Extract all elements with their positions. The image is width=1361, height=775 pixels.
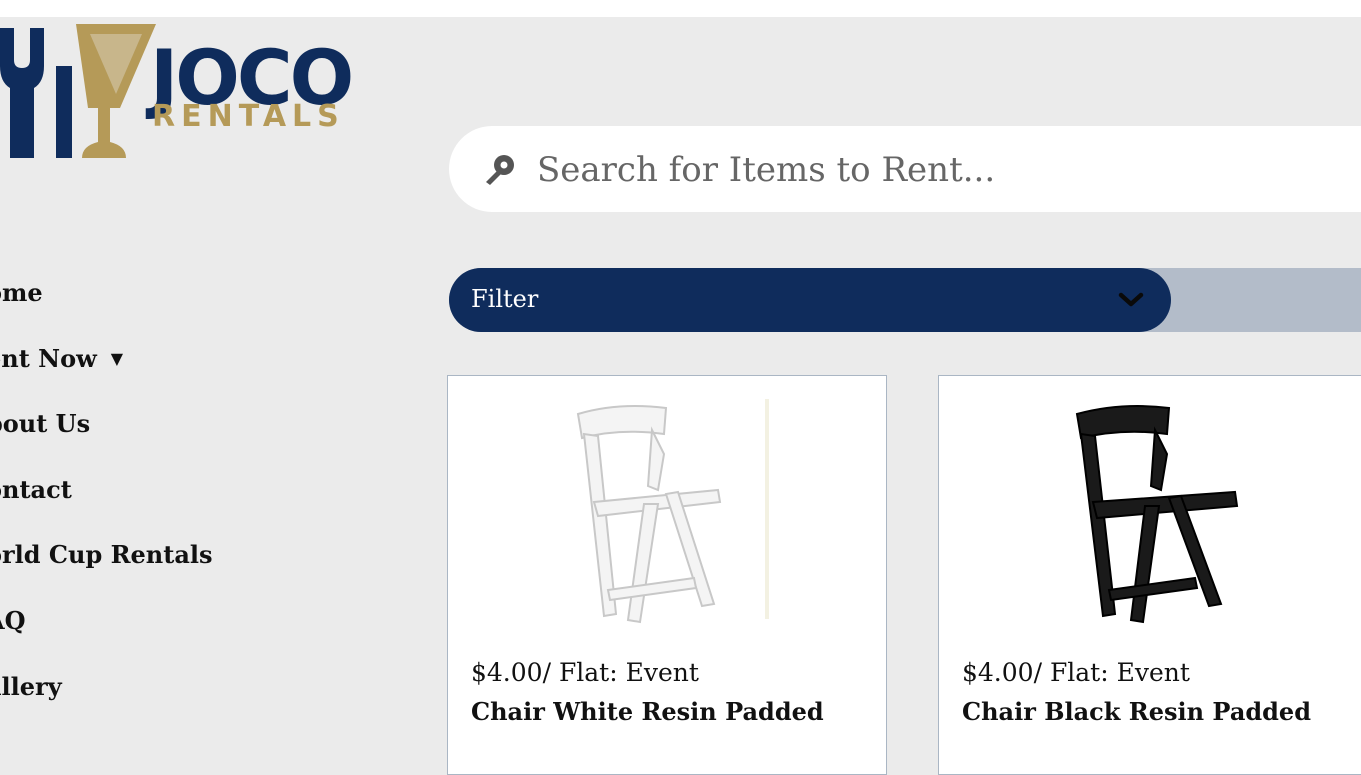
product-name[interactable]: Chair White Resin Padded: [471, 697, 824, 726]
nav-item-label: ontact: [0, 474, 72, 504]
side-nav: ome ent Now ▼ bout Us ontact orld Cup Re…: [0, 278, 246, 737]
product-card[interactable]: $4.00/ Flat: Event Chair White Resin Pad…: [447, 375, 887, 775]
nav-item-gallery[interactable]: allery: [0, 672, 246, 738]
logo[interactable]: JOCO RENTALS: [0, 20, 400, 165]
product-name[interactable]: Chair Black Resin Padded: [962, 697, 1311, 726]
filter-label: Filter: [471, 285, 539, 313]
top-strip: [0, 0, 1361, 17]
logo-mark-icon: [0, 24, 156, 158]
nav-item-label: orld Cup Rentals: [0, 540, 213, 570]
product-image-white-chair: [576, 399, 769, 624]
nav-item-world-cup-rentals[interactable]: orld Cup Rentals: [0, 540, 246, 606]
search-input[interactable]: [535, 144, 1339, 196]
product-price: $4.00/ Flat: Event: [471, 658, 699, 687]
nav-item-home[interactable]: ome: [0, 278, 246, 344]
nav-item-about-us[interactable]: bout Us: [0, 409, 246, 475]
logo-rentals-text: RENTALS: [152, 99, 345, 134]
chevron-down-icon: [1118, 292, 1144, 307]
nav-item-label: ent Now: [0, 343, 97, 373]
product-image-black-chair: [1075, 405, 1239, 624]
product-price: $4.00/ Flat: Event: [962, 658, 1190, 687]
nav-item-label: allery: [0, 671, 62, 701]
filter-button[interactable]: Filter: [449, 268, 1171, 332]
nav-item-faq[interactable]: AQ: [0, 606, 246, 672]
search-bar[interactable]: [449, 126, 1361, 212]
nav-item-contact[interactable]: ontact: [0, 475, 246, 541]
product-card[interactable]: $4.00/ Flat: Event Chair Black Resin Pad…: [938, 375, 1361, 775]
caret-down-icon: ▼: [110, 348, 124, 368]
nav-item-label: bout Us: [0, 409, 91, 439]
nav-item-rent-now[interactable]: ent Now ▼: [0, 344, 246, 410]
nav-item-label: ome: [0, 278, 43, 307]
search-icon: [486, 155, 514, 185]
nav-item-label: AQ: [0, 605, 26, 635]
